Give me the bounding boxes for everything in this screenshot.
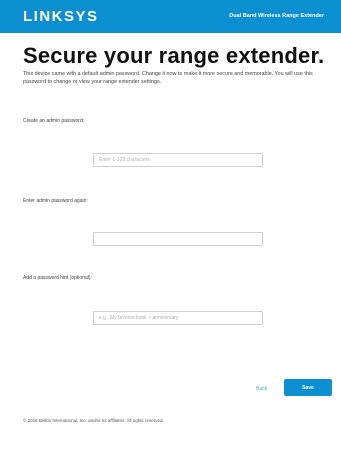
save-button[interactable]: Save <box>284 379 332 396</box>
admin-password-label: Create an admin password: <box>23 118 85 124</box>
confirm-password-label: Enter admin password again: <box>23 198 88 204</box>
page-description: This device came with a default admin pa… <box>23 71 313 85</box>
page-title: Secure your range extender. <box>23 43 325 68</box>
footer-copyright: © 2016 Belkin International, Inc. and/or… <box>23 418 164 423</box>
password-hint-label: Add a password hint (optional): <box>23 275 92 281</box>
password-hint-input[interactable] <box>93 311 263 325</box>
product-name: Dual Band Wireless Range Extender <box>229 13 324 19</box>
back-link[interactable]: Back <box>256 386 267 392</box>
admin-password-input[interactable] <box>93 153 263 167</box>
header-bar: LINKSYS Dual Band Wireless Range Extende… <box>0 0 341 33</box>
confirm-password-input[interactable] <box>93 232 263 246</box>
linksys-logo: LINKSYS <box>23 8 99 25</box>
